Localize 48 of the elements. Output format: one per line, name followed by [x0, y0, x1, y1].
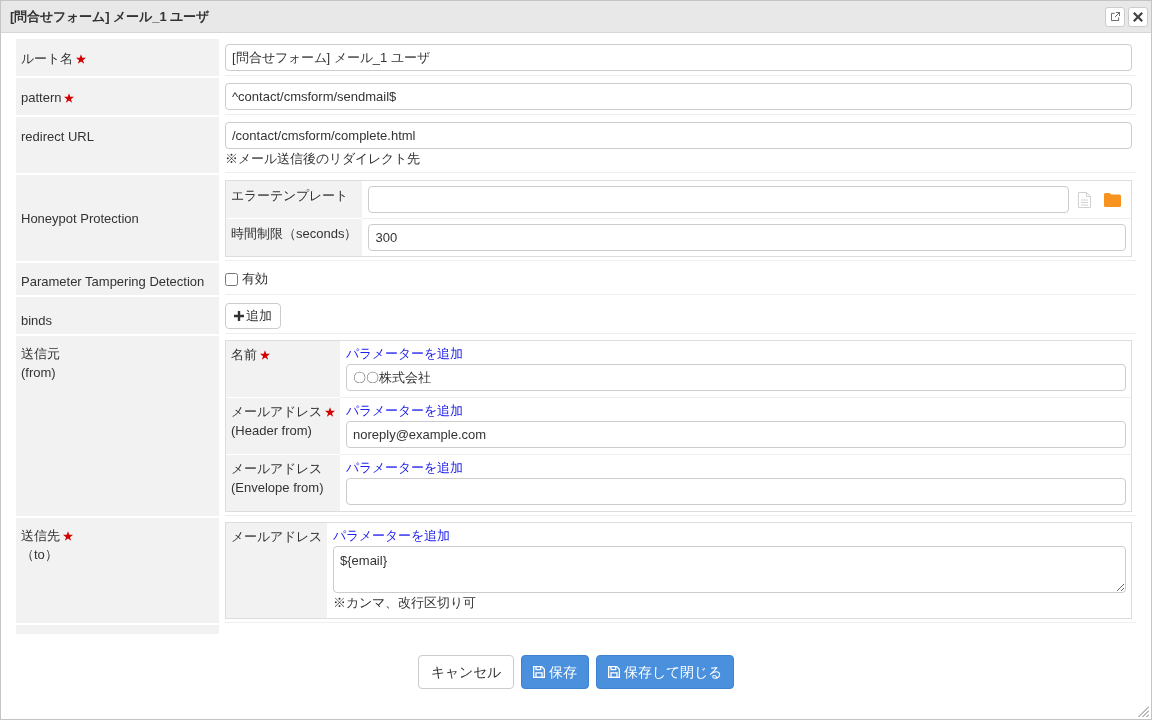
text-field[interactable]: noreply@example.com: [346, 421, 1126, 448]
field-label: Parameter Tampering Detection: [21, 273, 205, 291]
text-field[interactable]: ^contact/cmsform/sendmail$: [225, 83, 1132, 110]
field-label: 時間制限（seconds）: [231, 225, 358, 243]
field-label: binds: [21, 312, 53, 330]
field-label: redirect URL: [21, 128, 94, 146]
save-icon: [533, 666, 545, 678]
field-label: （to）: [21, 546, 59, 564]
field-label: 送信先: [21, 527, 60, 545]
field-label: エラーテンプレート: [231, 187, 348, 205]
folder-icon[interactable]: [1104, 192, 1121, 207]
field-label: (Header from): [231, 422, 313, 440]
popout-button[interactable]: [1105, 6, 1125, 27]
window-title: [問合せフォーム] メール_1 ユーザ: [10, 7, 210, 26]
field-label: メールアドレス: [231, 528, 322, 546]
field-label: ルート名: [21, 50, 73, 68]
add-parameter-link[interactable]: パラメーターを追加: [346, 460, 463, 475]
cancel-button[interactable]: キャンセル: [418, 655, 514, 689]
save-icon: [608, 666, 620, 678]
document-icon[interactable]: [1078, 191, 1091, 208]
text-field[interactable]: [問合せフォーム] メール_1 ユーザ: [225, 44, 1132, 71]
popout-icon: [1110, 12, 1120, 21]
text-field[interactable]: 〇〇株式会社: [346, 364, 1126, 391]
field-label: メールアドレス: [231, 403, 322, 421]
field-label: Honeypot Protection: [21, 209, 139, 228]
checkbox[interactable]: [225, 272, 238, 286]
plus-icon: [234, 311, 244, 321]
field-label: メールアドレス: [231, 460, 322, 478]
checkbox-label: 有効: [242, 270, 268, 288]
field-label: (from): [21, 364, 57, 382]
note-text: ※メール送信後のリダイレクト先: [225, 150, 421, 168]
close-icon: [1133, 11, 1143, 22]
text-field[interactable]: /contact/cmsform/complete.html: [225, 122, 1132, 149]
field-label: pattern: [21, 89, 62, 107]
add-button[interactable]: 追加: [225, 303, 281, 329]
resize-grip-icon[interactable]: [1138, 706, 1149, 717]
field-label: 名前: [231, 346, 257, 364]
text-field[interactable]: [346, 478, 1126, 505]
close-button[interactable]: [1128, 6, 1148, 27]
text-area[interactable]: ${email}: [333, 546, 1126, 593]
add-parameter-link[interactable]: パラメーターを追加: [346, 403, 463, 418]
note-text: ※カンマ、改行区切り可: [333, 594, 477, 612]
text-field[interactable]: [368, 186, 1069, 213]
add-parameter-link[interactable]: パラメーターを追加: [346, 346, 463, 361]
field-label: 送信元: [21, 345, 60, 363]
text-field[interactable]: 300: [368, 224, 1126, 251]
field-label: (Envelope from): [231, 479, 325, 497]
add-parameter-link[interactable]: パラメーターを追加: [333, 528, 450, 543]
